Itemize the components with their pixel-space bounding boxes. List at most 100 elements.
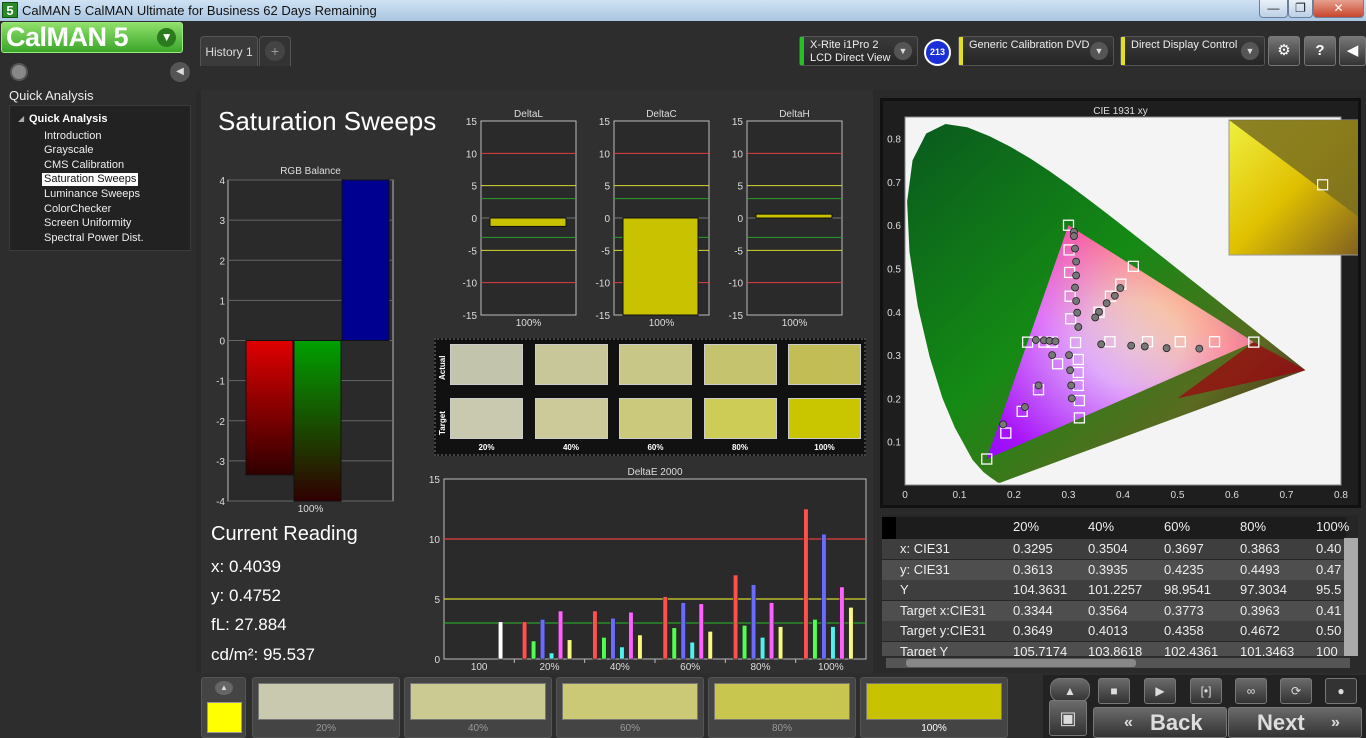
table-column-header[interactable]: 100% [1316, 517, 1349, 537]
display-selector[interactable]: Direct Display Control ▼ [1120, 36, 1265, 66]
delta-tick-label: -10 [463, 279, 478, 290]
table-cell: 0.4013 [1088, 623, 1128, 638]
delta-x-label: 100% [782, 318, 808, 329]
table-row-label: Y [900, 582, 909, 597]
deltae-bar [549, 652, 555, 660]
table-corner [882, 517, 896, 539]
back-label: Back [1150, 710, 1203, 735]
deltae-bar [540, 619, 546, 660]
help-button[interactable]: ? [1304, 36, 1336, 66]
chevron-up-icon[interactable]: ▲ [215, 681, 233, 695]
delta-tick-label: -5 [601, 246, 610, 257]
patch-swatch-button[interactable]: 40% [404, 677, 552, 738]
deltae-title: DeltaE 2000 [627, 467, 682, 478]
cie-measured-point [1070, 232, 1078, 240]
table-horizontal-scrollbar[interactable] [886, 658, 1350, 668]
source-status-stripe [959, 37, 963, 65]
cie-y-tick: 0.3 [887, 351, 901, 362]
swatch-percent-label: 40% [562, 443, 579, 452]
deltae-bar [803, 508, 809, 660]
infinity-icon: ∞ [1246, 684, 1256, 698]
patch-swatch-button[interactable]: 80% [708, 677, 856, 738]
delta-tick-label: 0 [604, 214, 610, 225]
cie-measured-point [1116, 284, 1125, 292]
deltae-bar [662, 596, 668, 660]
scroll-thumb[interactable] [906, 659, 1136, 667]
reading-x: x: 0.4039 [211, 557, 281, 576]
source-selector[interactable]: Generic Calibration DVD ▼ [958, 36, 1114, 66]
stop-button[interactable]: ■ [1098, 678, 1130, 704]
play-button[interactable]: ▶ [1144, 678, 1176, 704]
measure-button[interactable]: [•] [1190, 678, 1222, 704]
cie-measured-point [1110, 291, 1119, 300]
table-cell: 0.40 [1316, 541, 1342, 556]
deltae-bar [637, 634, 643, 660]
table-cell: 100 [1316, 643, 1338, 657]
cie-x-tick: 0.2 [1007, 490, 1021, 501]
chevron-down-icon[interactable]: ▼ [894, 42, 912, 60]
patch-swatch-color [866, 683, 1002, 720]
play-icon: ▶ [1155, 684, 1165, 698]
table-row[interactable]: x: CIE31 0.3295 0.3504 0.3697 0.3863 0.40 [882, 539, 1346, 559]
cie-measured-point [1074, 323, 1083, 331]
table-row[interactable]: Target x:CIE31 0.3344 0.3564 0.3773 0.3963 0.… [882, 600, 1346, 621]
cie-x-tick: 0.7 [1280, 490, 1294, 501]
cie-x-tick: 0.3 [1062, 490, 1076, 501]
target-swatch [619, 398, 692, 439]
table-cell: 0.3773 [1164, 602, 1204, 618]
current-color-swatch[interactable]: ▲ [201, 677, 246, 738]
deltae-bar [522, 621, 528, 660]
table-row[interactable]: y: CIE31 0.3613 0.3935 0.4235 0.4493 0.47 [882, 559, 1346, 580]
table-cell: 101.3463 [1240, 643, 1295, 657]
chevron-up-icon[interactable]: ▲ [1050, 678, 1090, 702]
stop-icon: ■ [1110, 684, 1118, 698]
patch-swatch-button[interactable]: 100% [860, 677, 1008, 738]
delta-tick-label: 10 [732, 149, 744, 160]
table-cell: 102.4361 [1164, 643, 1219, 657]
table-row[interactable]: Target y:CIE31 0.3649 0.4013 0.4358 0.4672 0.… [882, 621, 1346, 641]
cie-measured-point [1127, 341, 1136, 350]
patch-swatch-button[interactable]: 20% [252, 677, 400, 738]
cie-measured-point [1072, 297, 1081, 305]
stop-big-button[interactable]: ▣ [1049, 700, 1087, 736]
table-column-header[interactable]: 40% [1088, 517, 1114, 537]
delta-bar [755, 213, 833, 219]
table-column-header[interactable]: 20% [1013, 517, 1039, 537]
table-vertical-scrollbar[interactable] [1344, 538, 1358, 656]
table-cell: 0.4493 [1240, 561, 1280, 577]
table-column-header[interactable]: 80% [1240, 517, 1266, 537]
deltae-x-label: 80% [750, 662, 770, 673]
chevron-down-icon[interactable]: ▼ [1090, 42, 1108, 60]
record-button[interactable]: ● [1325, 678, 1357, 704]
close-button[interactable]: ✕ [1313, 0, 1364, 18]
cie-measured-point [1072, 257, 1081, 266]
minimize-button[interactable]: — [1259, 0, 1288, 18]
table-cell: 0.3504 [1088, 541, 1128, 556]
next-button[interactable]: Next » [1228, 707, 1362, 738]
rgb-tick-label: -1 [216, 377, 225, 388]
cie-measured-point [1031, 336, 1040, 344]
table-row[interactable]: Y 104.3631 101.2257 98.9541 97.3034 95.5 [882, 580, 1346, 600]
table-column-header[interactable]: 60% [1164, 517, 1190, 537]
settings-button[interactable]: ⚙ [1268, 36, 1300, 66]
delta-x-label: 100% [516, 318, 542, 329]
delta-chart-title: DeltaC [646, 109, 677, 120]
back-button[interactable]: « Back [1093, 707, 1227, 738]
table-row[interactable]: Target Y 105.7174 103.8618 102.4361 101.3463… [882, 641, 1346, 657]
cie-y-tick: 0.2 [887, 394, 901, 405]
meter-badge[interactable]: 213 [924, 39, 951, 66]
cie-measured-point [1067, 381, 1076, 390]
refresh-button[interactable]: ⟳ [1280, 678, 1312, 704]
chevron-down-icon[interactable]: ▼ [1241, 42, 1259, 60]
reading-fl: fL: 27.884 [211, 615, 287, 634]
target-swatch [788, 398, 861, 439]
collapse-right-button[interactable]: ◀ [1339, 36, 1366, 66]
cie-x-tick: 0.1 [953, 490, 967, 501]
cie-chart: 0 0.1 0.2 0.3 0.4 0.5 0.6 0.7 0.8 0.1 0.2 0.3 0.4 0.5… [887, 116, 1358, 501]
maximize-button[interactable]: ❐ [1288, 0, 1313, 18]
loop-button[interactable]: ∞ [1235, 678, 1267, 704]
patch-swatch-button[interactable]: 60% [556, 677, 704, 738]
table-cell: 0.47 [1316, 561, 1342, 577]
patch-swatch-label: 60% [619, 723, 640, 734]
display-status-stripe [1121, 37, 1125, 65]
